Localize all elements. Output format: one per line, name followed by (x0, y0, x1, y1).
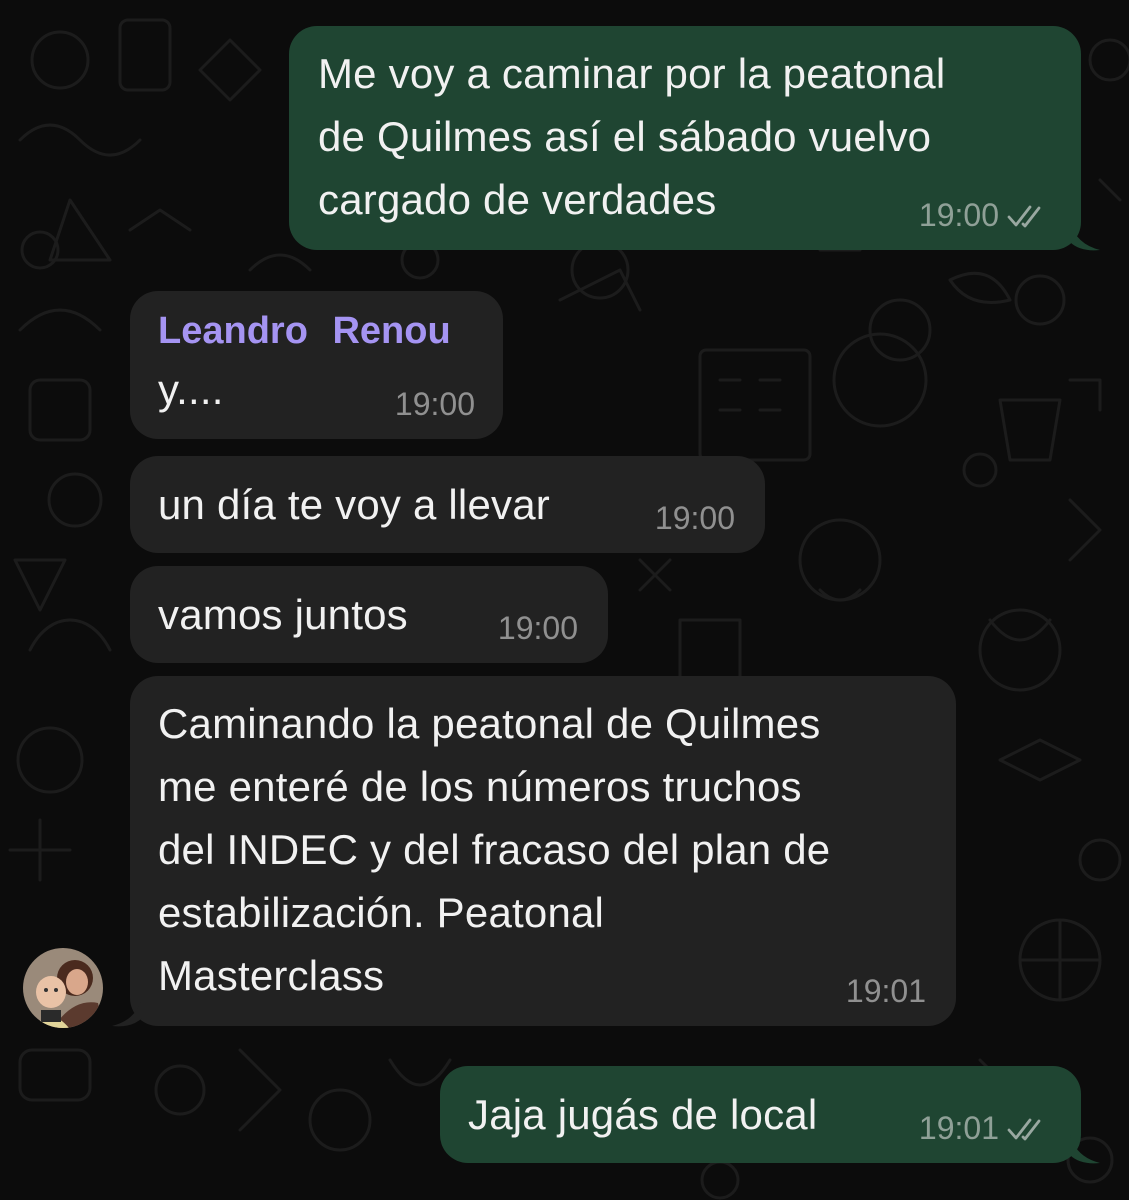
message-meta: 19:00 (919, 197, 1051, 234)
message-meta: 19:01 (919, 1110, 1051, 1147)
incoming-message[interactable]: Leandro Renou y.... 19:00 (130, 291, 503, 439)
incoming-message[interactable]: un día te voy a llevar 19:00 (130, 456, 765, 553)
avatar-photo (23, 948, 103, 1028)
read-double-check-icon (1007, 1118, 1041, 1140)
bubble-tail (1070, 1135, 1100, 1164)
message-time: 19:00 (654, 500, 735, 536)
chat-view[interactable]: Me voy a caminar por la peatonal de Quil… (0, 0, 1129, 1200)
message-time: 19:00 (497, 610, 578, 646)
incoming-message[interactable]: vamos juntos 19:00 (130, 566, 608, 663)
outgoing-message[interactable]: Jaja jugás de local 19:01 (440, 1066, 1081, 1163)
message-meta: 19:01 (846, 973, 926, 1010)
message-text: un día te voy a llevar (158, 481, 550, 528)
message-time: 19:00 (394, 386, 475, 422)
message-time: 19:00 (918, 197, 999, 233)
sender-avatar[interactable] (23, 948, 103, 1028)
incoming-message[interactable]: Caminando la peatonal de Quilmes me ente… (130, 676, 956, 1026)
message-meta: 19:00 (655, 500, 735, 537)
message-time: 19:01 (918, 1110, 999, 1146)
outgoing-message[interactable]: Me voy a caminar por la peatonal de Quil… (289, 26, 1081, 250)
message-meta: 19:00 (498, 610, 578, 647)
read-double-check-icon (1007, 205, 1041, 227)
sender-name[interactable]: Leandro Renou (158, 309, 475, 353)
message-meta: 19:00 (395, 386, 475, 423)
bubble-tail (1070, 222, 1100, 251)
bubble-tail (112, 998, 142, 1027)
message-text: Caminando la peatonal de Quilmes me ente… (158, 700, 831, 999)
message-time: 19:01 (845, 973, 926, 1009)
